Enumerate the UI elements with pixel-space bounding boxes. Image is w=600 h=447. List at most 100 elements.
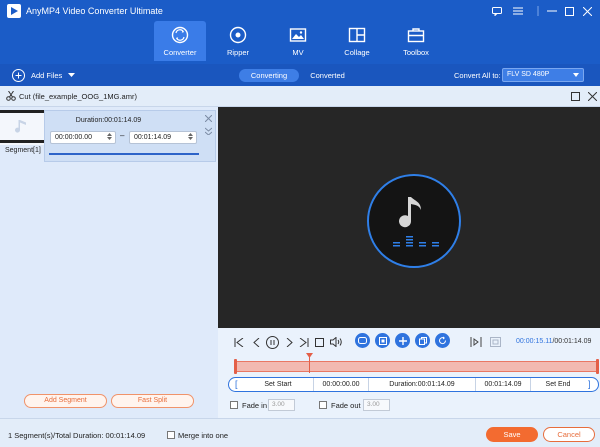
fade-out-label: Fade out [331, 401, 361, 410]
cut-title: Cut (file_example_OOG_1MG.amr) [19, 92, 137, 101]
segment-progress-bar [49, 153, 199, 155]
tab-converter[interactable]: Converter [154, 21, 206, 61]
converter-icon [171, 26, 189, 44]
music-note-icon [399, 197, 421, 228]
set-start-button[interactable]: Set Start [243, 378, 314, 391]
playback-range-icon[interactable] [469, 335, 483, 349]
snapshot-icon[interactable] [488, 335, 502, 349]
segment-end-input[interactable]: 00:01:14.09 [129, 131, 197, 144]
add-files-label: Add Files [31, 70, 63, 80]
tab-label: Converter [163, 48, 197, 57]
segment-label: Segment[1] [5, 147, 41, 154]
tab-collage[interactable]: Collage [331, 21, 383, 61]
merge-checkbox[interactable] [167, 431, 175, 439]
tab-ripper[interactable]: Ripper [212, 21, 264, 61]
segment-card[interactable]: Duration:00:01:14.09 00:00:00.00 – 00:01… [44, 110, 216, 162]
fade-in-checkbox[interactable] [230, 401, 238, 409]
app-title: AnyMP4 Video Converter Ultimate [26, 6, 163, 16]
segment-panel: Segment[1] Duration:00:01:14.09 00:00:00… [0, 107, 218, 418]
segment-summary: 1 Segment(s)/Total Duration: 00:01:14.09 [8, 431, 146, 440]
tab-mv[interactable]: MV [272, 21, 324, 61]
remove-segment-icon[interactable] [205, 115, 212, 122]
add-files-button[interactable]: Add Files [12, 67, 76, 83]
copy-icon[interactable] [415, 333, 430, 348]
app-logo-icon [7, 4, 21, 18]
volume-icon[interactable] [329, 335, 343, 349]
end-time-input[interactable]: 00:01:14.09 [476, 378, 531, 391]
maximize-icon[interactable] [571, 92, 580, 101]
format-select[interactable]: FLV SD 480P [502, 68, 584, 82]
add-segment-button[interactable]: Add Segment [24, 394, 107, 408]
range-bracket-right: ] [588, 379, 591, 389]
segment-end-value: 00:01:14.09 [134, 134, 171, 141]
range-editor: [ Set Start 00:00:00.00 Duration:00:01:1… [228, 377, 599, 392]
chevron-down-icon [573, 73, 579, 77]
merge-label: Merge into one [178, 431, 229, 440]
pause-icon[interactable] [265, 335, 279, 349]
tab-label: Ripper [226, 48, 250, 57]
tab-toolbox[interactable]: Toolbox [390, 21, 442, 61]
tab-label: Collage [344, 48, 370, 57]
timeline-start-handle[interactable] [234, 359, 237, 374]
app-header: AnyMP4 Video Converter Ultimate Converte… [0, 0, 600, 64]
range-dash: – [120, 131, 125, 140]
toolbar: Add Files Converting Converted Convert A… [0, 64, 600, 86]
image-icon [289, 26, 307, 44]
go-to-start-icon[interactable] [232, 335, 246, 349]
fade-out-checkbox[interactable] [319, 401, 327, 409]
caret-down-icon[interactable] [68, 73, 76, 77]
equalizer-icon [393, 236, 439, 247]
close-app-icon[interactable] [578, 3, 596, 19]
collage-icon [348, 26, 366, 44]
segment-start-value: 00:00:00.00 [55, 134, 92, 141]
convert-all-label: Convert All to: [454, 71, 501, 80]
timeline-end-handle[interactable] [596, 359, 599, 374]
segment-thumbnail[interactable] [0, 110, 44, 145]
timeline-track[interactable] [235, 361, 598, 372]
audio-placeholder [367, 174, 461, 268]
player-controls: 00:00:15.11/00:01:14.09 [ Set Start 00:0… [218, 328, 600, 418]
tab-label: MV [292, 48, 304, 57]
tab-converting[interactable]: Converting [239, 69, 299, 82]
range-bracket-left: [ [235, 379, 238, 389]
playhead[interactable] [305, 353, 313, 373]
music-note-icon [15, 120, 26, 133]
format-value: FLV SD 480P [507, 71, 550, 78]
minimize-icon[interactable] [543, 3, 561, 19]
disc-icon [229, 26, 247, 44]
set-end-button[interactable]: Set End [531, 378, 585, 391]
footer: 1 Segment(s)/Total Duration: 00:01:14.09… [0, 418, 600, 447]
segment-start-input[interactable]: 00:00:00.00 [50, 131, 116, 144]
spinner-icon[interactable] [107, 133, 112, 140]
stop-icon[interactable] [312, 335, 326, 349]
time-readout: 00:00:15.11/00:01:14.09 [516, 338, 591, 345]
fade-in-label: Fade in [242, 401, 268, 410]
duration-display: Duration:00:01:14.09 [369, 378, 476, 391]
previous-frame-icon[interactable] [249, 335, 263, 349]
go-to-end-icon[interactable] [297, 335, 311, 349]
close-icon[interactable] [588, 92, 597, 101]
save-button[interactable]: Save [486, 427, 538, 442]
feedback-icon[interactable] [488, 3, 506, 19]
menu-icon[interactable] [509, 3, 527, 19]
cancel-button[interactable]: Cancel [543, 427, 595, 442]
collapse-icon[interactable] [205, 127, 212, 135]
cut-title-bar: Cut (file_example_OOG_1MG.amr) [0, 86, 600, 107]
spinner-icon[interactable] [188, 133, 193, 140]
copy-and-new-segment-icon[interactable] [355, 333, 370, 348]
segment-duration: Duration:00:01:14.09 [75, 117, 142, 124]
tab-converted[interactable]: Converted [300, 69, 355, 82]
start-time-input[interactable]: 00:00:00.00 [314, 378, 369, 391]
window-maximize-icon[interactable] [560, 3, 578, 19]
fast-split-button[interactable]: Fast Split [111, 394, 194, 408]
reset-icon[interactable] [435, 333, 450, 348]
fade-in-input[interactable]: 3.00 [268, 399, 295, 411]
scissors-icon [6, 91, 16, 101]
next-frame-icon[interactable] [282, 335, 296, 349]
fade-out-input[interactable]: 3.00 [363, 399, 390, 411]
total-time: /00:01:14.09 [552, 338, 592, 345]
current-time: 00:00:15.11 [516, 338, 553, 345]
add-icon[interactable] [395, 333, 410, 348]
split-icon[interactable] [375, 333, 390, 348]
toolbox-icon [407, 26, 425, 44]
